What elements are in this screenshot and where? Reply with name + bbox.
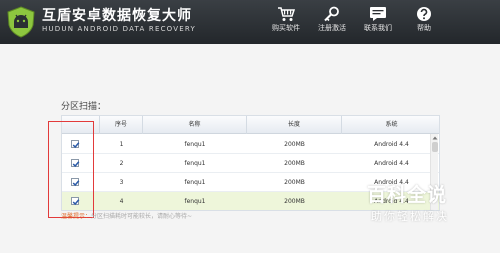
app-subtitle: HUDUN ANDROID DATA RECOVERY (42, 25, 196, 33)
buy-software-button[interactable]: 购买软件 (260, 4, 312, 40)
hint-text: 分区扫描耗时可能较长，请耐心等待~ (91, 213, 193, 220)
row-size: 200MB (284, 160, 305, 167)
help-label: 帮助 (417, 24, 431, 32)
watermark-subtitle: 助你轻松解决 (371, 210, 449, 223)
app-title: 互盾安卓数据恢复大师 (42, 8, 192, 24)
help-icon (417, 7, 431, 21)
row-size: 200MB (284, 179, 305, 186)
table-row[interactable]: 2 fenqu1 200MB Android 4.4 (62, 154, 439, 173)
partition-scan-label: 分区扫描： (61, 102, 107, 112)
shopping-cart-icon (278, 7, 295, 21)
table-row[interactable]: 1 fenqu1 200MB Android 4.4 (62, 135, 439, 154)
column-header-name: 名称 (143, 116, 247, 134)
scroll-thumb[interactable] (432, 142, 438, 152)
app-logo-icon (6, 6, 36, 38)
buy-software-label: 购买软件 (272, 24, 300, 32)
row-index: 1 (119, 141, 124, 148)
row-size: 200MB (284, 141, 305, 148)
row-size: 200MB (284, 198, 305, 205)
watermark: 百科全说 助你轻松解决 (348, 176, 488, 232)
row-index: 4 (119, 198, 124, 205)
row-name: fenqu1 (184, 141, 206, 148)
help-button[interactable]: 帮助 (398, 4, 450, 40)
row-system: Android 4.4 (374, 141, 409, 148)
hint-key-label: 温馨提示： (61, 213, 92, 220)
checkbox-column-highlight (48, 121, 94, 218)
contact-chat-icon (370, 7, 386, 21)
row-name: fenqu1 (184, 198, 206, 205)
title-bar: 互盾安卓数据恢复大师 HUDUN ANDROID DATA RECOVERY 购… (0, 0, 500, 44)
register-activate-label: 注册激活 (318, 24, 346, 32)
watermark-brand: 百科全说 (367, 184, 448, 206)
register-activate-button[interactable]: 注册激活 (306, 4, 358, 40)
table-header: 序号 名称 长度 系统 (62, 116, 439, 134)
row-system: Android 4.4 (374, 160, 409, 167)
key-icon (324, 6, 339, 22)
row-name: fenqu1 (184, 160, 206, 167)
scan-hint: 温馨提示：分区扫描耗时可能较长，请耐心等待~ (61, 211, 192, 220)
row-name: fenqu1 (184, 179, 206, 186)
column-header-size: 长度 (247, 116, 342, 134)
column-header-index: 序号 (100, 116, 143, 134)
contact-us-label: 联系我们 (364, 24, 392, 32)
column-header-system: 系统 (385, 121, 398, 128)
row-index: 3 (119, 179, 124, 186)
row-index: 2 (119, 160, 124, 167)
scroll-up-arrow-icon[interactable] (432, 135, 438, 141)
contact-us-button[interactable]: 联系我们 (352, 4, 404, 40)
